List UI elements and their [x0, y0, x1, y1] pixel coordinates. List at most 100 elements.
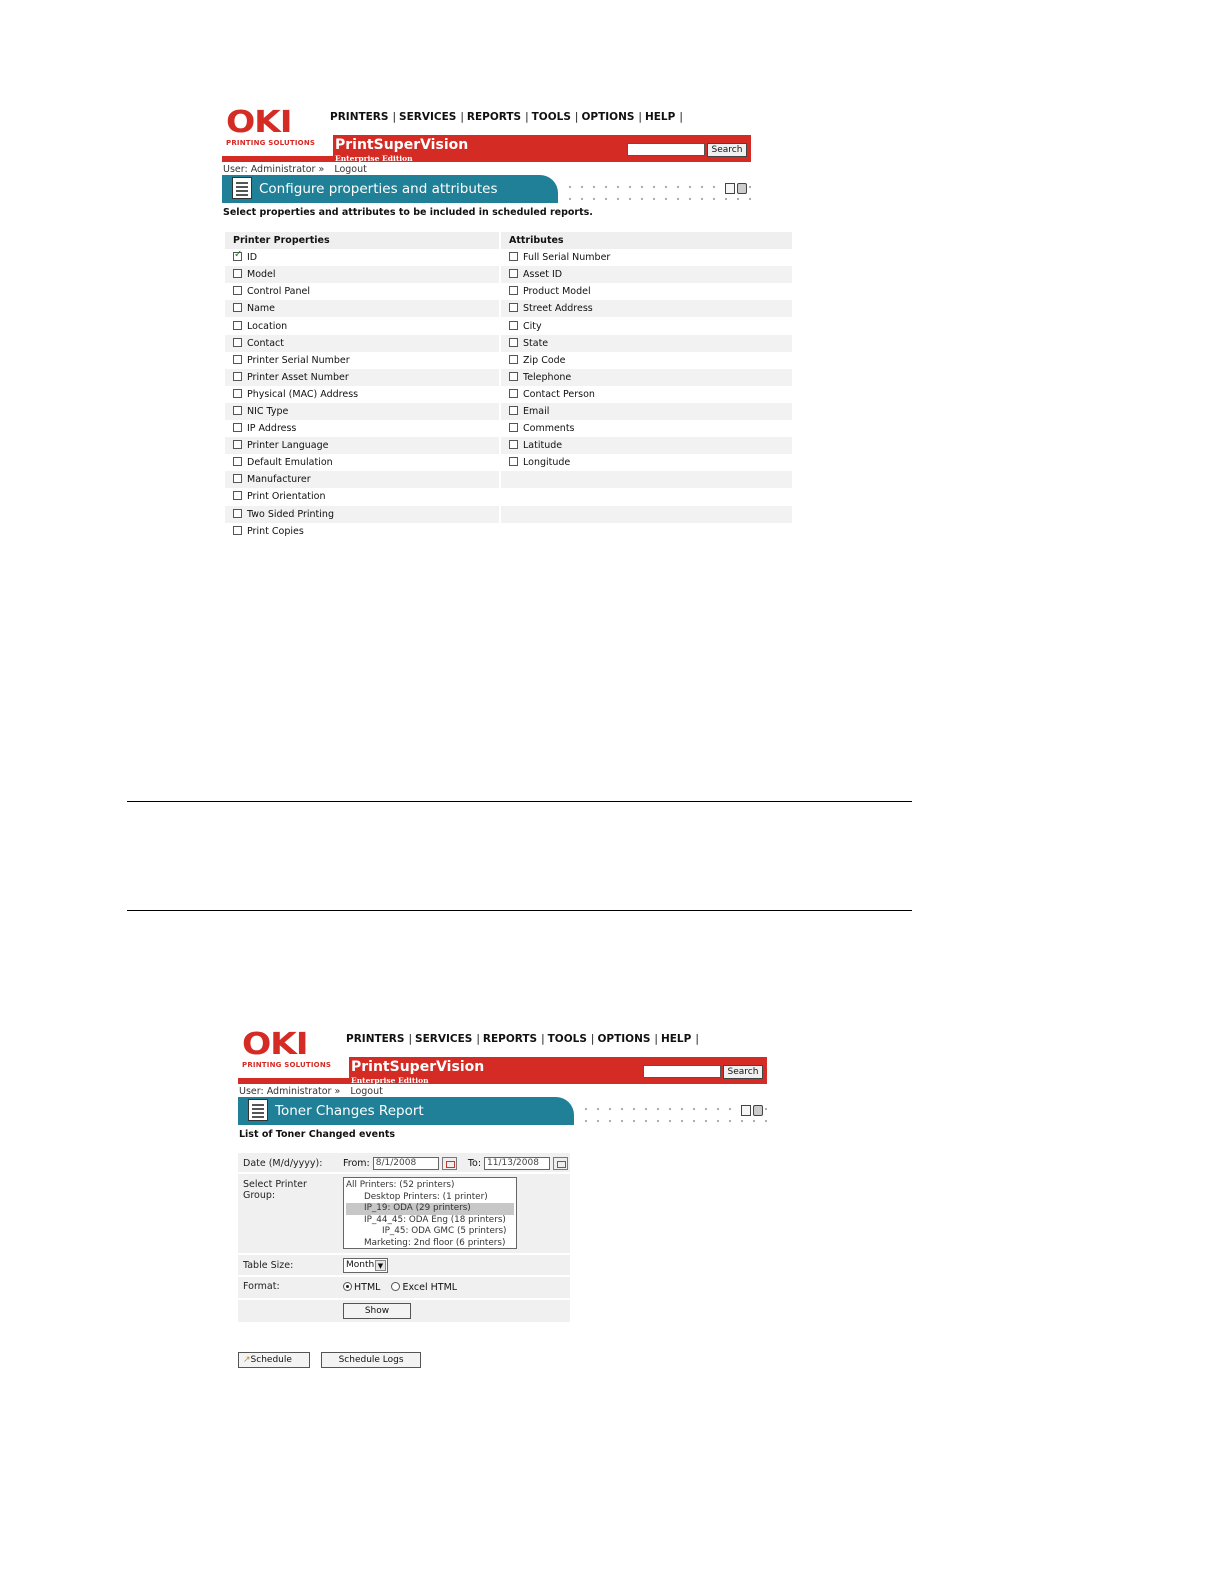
search-button[interactable]: Search	[707, 143, 747, 157]
search-input[interactable]	[627, 143, 705, 156]
schedule-logs-button[interactable]: Schedule Logs	[321, 1352, 422, 1368]
property-checkbox[interactable]	[233, 525, 242, 535]
attribute-label: Product Model	[523, 286, 591, 298]
schedule-button[interactable]: ↗Schedule	[238, 1352, 310, 1368]
printer-group-listbox[interactable]: All Printers: (52 printers) Desktop Print…	[343, 1177, 517, 1249]
nav-help[interactable]: HELP	[645, 111, 675, 123]
table-row: Physical (MAC) Address Contact Person	[225, 385, 792, 403]
property-label: Print Orientation	[247, 491, 326, 503]
property-checkbox[interactable]	[233, 491, 242, 501]
list-item[interactable]: All Printers: (52 printers)	[346, 1180, 514, 1192]
attribute-label: Asset ID	[523, 269, 563, 281]
property-checkbox[interactable]	[233, 303, 242, 313]
attribute-checkbox[interactable]	[509, 423, 518, 433]
calendar-icon[interactable]	[441, 1157, 457, 1170]
nav-help[interactable]: HELP	[661, 1033, 691, 1045]
print-icon[interactable]	[753, 1105, 763, 1116]
attribute-checkbox[interactable]	[509, 371, 518, 381]
nav-services[interactable]: SERVICES	[399, 111, 456, 123]
nav-options[interactable]: OPTIONS	[581, 111, 634, 123]
table-row: Printer Language Latitude	[225, 437, 792, 455]
to-date-input[interactable]: 11/13/2008	[484, 1157, 551, 1170]
table-row: Model Asset ID	[225, 266, 792, 284]
search-button[interactable]: Search	[723, 1065, 763, 1079]
attribute-checkbox[interactable]	[509, 388, 518, 398]
attribute-checkbox[interactable]	[509, 303, 518, 313]
app-title: PrintSuperVision	[351, 1059, 485, 1075]
logo-subtitle: PRINTING SOLUTIONS	[226, 139, 316, 147]
attribute-cell: Asset ID	[500, 266, 792, 284]
attribute-label: Latitude	[523, 440, 563, 452]
attribute-cell: Contact Person	[500, 386, 792, 403]
show-button[interactable]: Show	[343, 1303, 411, 1319]
property-checkbox[interactable]	[233, 474, 242, 484]
toolbar-icons	[741, 1101, 765, 1120]
app-edition: Enterprise Edition	[351, 1076, 429, 1085]
list-item[interactable]: Marketing: 2nd floor (6 printers)	[346, 1238, 514, 1249]
property-checkbox[interactable]	[233, 405, 242, 415]
nav-tools[interactable]: TOOLS	[532, 111, 571, 123]
property-checkbox[interactable]	[233, 423, 242, 433]
attribute-checkbox[interactable]	[509, 405, 518, 415]
oki-logo[interactable]: OKI PRINTING SOLUTIONS	[226, 108, 326, 148]
nav-printers[interactable]: PRINTERS	[330, 111, 388, 123]
attribute-checkbox[interactable]	[509, 286, 518, 296]
table-row: NIC Type Email	[225, 402, 792, 421]
attribute-cell: State	[500, 334, 792, 352]
property-cell: Printer Asset Number	[225, 368, 501, 386]
list-item[interactable]: IP_19: ODA (29 printers)	[346, 1203, 514, 1215]
property-label: ID	[247, 252, 258, 264]
property-cell: Manufacturer	[225, 471, 501, 489]
nav-tools[interactable]: TOOLS	[548, 1033, 587, 1045]
attribute-checkbox[interactable]	[509, 252, 518, 262]
property-checkbox[interactable]	[233, 286, 242, 296]
attribute-checkbox[interactable]	[509, 354, 518, 364]
from-date-input[interactable]: 8/1/2008	[372, 1157, 439, 1170]
property-checkbox[interactable]	[233, 249, 242, 262]
search-input[interactable]	[643, 1065, 721, 1078]
property-checkbox[interactable]	[233, 440, 242, 450]
nav-services[interactable]: SERVICES	[415, 1033, 472, 1045]
format-excel-radio[interactable]	[391, 1282, 401, 1291]
edit-icon[interactable]	[725, 183, 735, 194]
property-checkbox[interactable]	[233, 337, 242, 347]
page-banner: Configure properties and attributes	[222, 175, 558, 203]
attribute-checkbox[interactable]	[509, 320, 518, 330]
nav-options[interactable]: OPTIONS	[597, 1033, 650, 1045]
property-label: Name	[247, 303, 276, 315]
calendar-icon[interactable]	[553, 1157, 569, 1170]
nav-printers[interactable]: PRINTERS	[346, 1033, 404, 1045]
list-item[interactable]: IP_45: ODA GMC (5 printers)	[346, 1226, 514, 1238]
attribute-cell	[500, 471, 792, 489]
logout-link[interactable]: Logout	[334, 164, 367, 175]
property-checkbox[interactable]	[233, 457, 242, 467]
list-item[interactable]: IP_44_45: ODA Eng (18 printers)	[346, 1215, 514, 1227]
table-size-value: Month	[346, 1260, 375, 1270]
table-row: Name Street Address	[225, 300, 792, 318]
nav-reports[interactable]: REPORTS	[467, 111, 521, 123]
attribute-checkbox[interactable]	[509, 337, 518, 347]
attribute-cell: Email	[500, 402, 792, 421]
print-icon[interactable]	[737, 183, 747, 194]
property-label: Location	[247, 320, 288, 332]
attribute-checkbox[interactable]	[509, 269, 518, 279]
attribute-cell: Full Serial Number	[500, 249, 792, 266]
property-checkbox[interactable]	[233, 508, 242, 518]
attribute-checkbox[interactable]	[509, 457, 518, 467]
property-checkbox[interactable]	[233, 371, 242, 381]
logout-link[interactable]: Logout	[350, 1086, 383, 1097]
format-html-radio[interactable]	[343, 1282, 352, 1291]
property-checkbox[interactable]	[233, 388, 242, 398]
list-item[interactable]: Desktop Printers: (1 printer)	[346, 1192, 514, 1204]
attribute-checkbox[interactable]	[509, 440, 518, 450]
property-checkbox[interactable]	[233, 320, 242, 330]
table-size-label: Table Size:	[238, 1254, 338, 1277]
edit-icon[interactable]	[741, 1105, 751, 1116]
table-size-select[interactable]: Month ▼	[343, 1258, 388, 1273]
property-cell: Print Orientation	[225, 488, 501, 506]
property-checkbox[interactable]	[233, 269, 242, 279]
nav-reports[interactable]: REPORTS	[483, 1033, 537, 1045]
property-checkbox[interactable]	[233, 354, 242, 364]
oki-logo[interactable]: OKI PRINTING SOLUTIONS	[242, 1030, 342, 1070]
page-title: Toner Changes Report	[275, 1103, 424, 1119]
